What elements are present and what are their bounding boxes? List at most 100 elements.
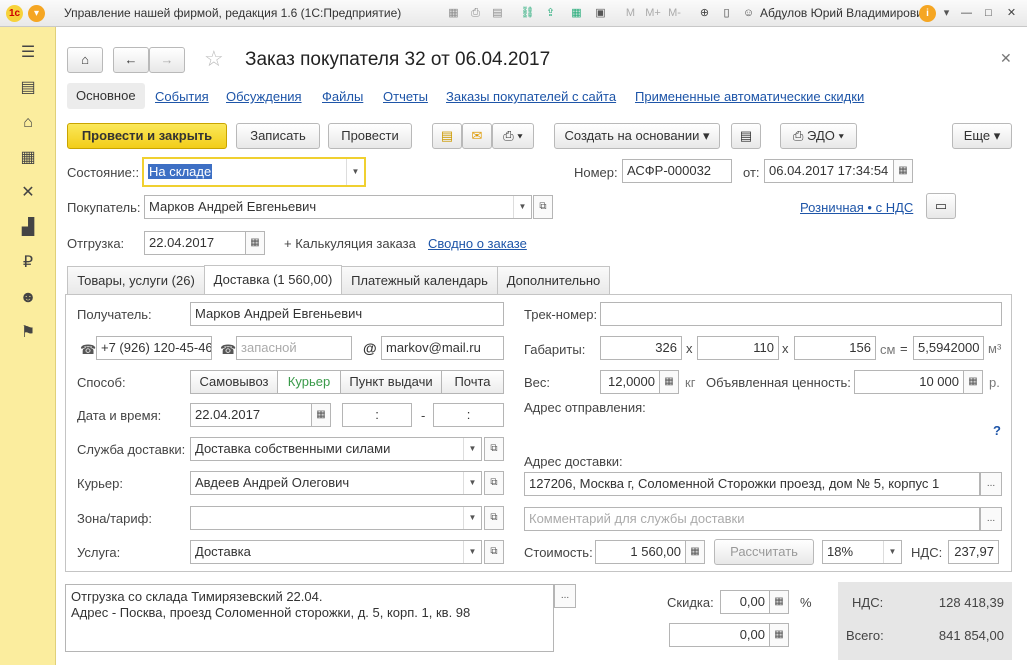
maximize-icon[interactable]: □ (980, 5, 997, 22)
discount-field[interactable]: 0,00 (720, 590, 770, 614)
open-courier-icon[interactable]: ⧉ (484, 471, 504, 495)
home-button[interactable]: ⌂ (67, 47, 103, 73)
number-field[interactable]: АСФР-000032 (622, 159, 732, 183)
date-field[interactable]: 06.04.2017 17:34:54 (764, 159, 894, 183)
calendar-icon[interactable]: ▦ (245, 231, 265, 255)
tab-additional[interactable]: Дополнительно (497, 266, 610, 294)
zone-field[interactable]: ▼ (190, 506, 482, 530)
method-post[interactable]: Почта (441, 370, 504, 394)
post-and-close-button[interactable]: Провести и закрыть (67, 123, 227, 149)
save-icon[interactable]: ▦ (445, 5, 462, 22)
dropdown-arrow-icon[interactable]: ▼ (463, 438, 481, 460)
calculator-icon[interactable]: ▦ (769, 623, 789, 647)
factory-icon[interactable]: ▦ (17, 147, 39, 169)
close-form-icon[interactable]: ✕ (1000, 50, 1012, 67)
calculator-icon[interactable]: ▦ (659, 370, 679, 394)
upload-icon[interactable]: ⇪ (542, 5, 559, 22)
close-icon[interactable]: ✕ (1003, 5, 1020, 22)
buyer-field[interactable]: Марков Андрей Евгеньевич ▼ (144, 195, 532, 219)
comment-select-button[interactable]: ... (980, 507, 1002, 531)
time-to-field[interactable]: : (433, 403, 504, 427)
dropdown-arrow-icon[interactable]: ▼ (513, 196, 531, 218)
weight-field[interactable]: 12,0000 (600, 370, 660, 394)
to-address-field[interactable]: 127206, Москва г, Соломенной Сторожки пр… (524, 472, 980, 496)
comment-expand-button[interactable]: ... (554, 584, 576, 608)
edo-button[interactable]: ⎙ ЭДО ▾ (780, 123, 857, 149)
nav-link-files[interactable]: Файлы (322, 89, 363, 104)
tab-goods[interactable]: Товары, услуги (26) (67, 266, 205, 294)
discount-amount-field[interactable]: 0,00 (669, 623, 770, 647)
desk-icon[interactable]: ▤ (17, 77, 39, 99)
dropdown-arrow-icon[interactable]: ▼ (463, 472, 481, 494)
open-service-type-icon[interactable]: ⧉ (484, 540, 504, 564)
preview-icon[interactable]: ▤ (489, 5, 506, 22)
people-icon[interactable]: ☻ (17, 287, 39, 309)
tab-payment-calendar[interactable]: Платежный календарь (341, 266, 498, 294)
nav-link-reports[interactable]: Отчеты (383, 89, 428, 104)
dropdown-arrow-icon[interactable]: ▼ (883, 541, 901, 563)
courier-field[interactable]: Авдеев Андрей Олегович ▼ (190, 471, 482, 495)
main-menu-icon[interactable]: ▾ (28, 5, 45, 22)
volume-field[interactable]: 5,5942000 (913, 336, 984, 360)
menu-icon[interactable]: ☰ (17, 42, 39, 64)
tools-icon[interactable]: ✕ (17, 182, 39, 204)
link-icon[interactable]: ⛓ (519, 5, 536, 22)
info-icon[interactable]: i (919, 5, 936, 22)
tab-delivery[interactable]: Доставка (1 560,00) (204, 265, 342, 295)
cost-field[interactable]: 1 560,00 (595, 540, 686, 564)
address-select-button[interactable]: ... (980, 472, 1002, 496)
backup-phone-field[interactable]: запасной (236, 336, 352, 360)
chart-icon[interactable]: ▟ (17, 217, 39, 239)
create-based-on-button[interactable]: Создать на основании ▾ (554, 123, 720, 149)
dropdown-arrow-icon[interactable]: ▼ (463, 507, 481, 529)
time-from-field[interactable]: : (342, 403, 412, 427)
calculator-icon[interactable]: ▦ (963, 370, 983, 394)
mail-icon[interactable]: ✉ (462, 123, 492, 149)
ruble-icon[interactable]: ₽ (17, 252, 39, 274)
shipment-date-field[interactable]: 22.04.2017 (144, 231, 246, 255)
nav-link-discussions[interactable]: Обсуждения (226, 89, 302, 104)
service-field[interactable]: Доставка собственными силами ▼ (190, 437, 482, 461)
open-service-icon[interactable]: ⧉ (484, 437, 504, 461)
vat-rate-select[interactable]: 18% ▼ (822, 540, 902, 564)
email-field[interactable]: markov@mail.ru (381, 336, 504, 360)
calculator-icon[interactable]: ▦ (769, 590, 789, 614)
save-button[interactable]: Записать (236, 123, 320, 149)
minimize-icon[interactable]: — (958, 5, 975, 22)
recipient-field[interactable]: Марков Андрей Евгеньевич (190, 302, 504, 326)
post-button[interactable]: Провести (328, 123, 412, 149)
calculate-button[interactable]: Рассчитать (714, 539, 814, 565)
service-type-field[interactable]: Доставка ▼ (190, 540, 482, 564)
1c-logo-icon[interactable]: 1c (6, 5, 23, 22)
nav-link-events[interactable]: События (155, 89, 209, 104)
basket-icon[interactable]: ⌂ (17, 112, 39, 134)
track-field[interactable] (600, 302, 1002, 326)
delivery-comment-field[interactable]: Комментарий для службы доставки (524, 507, 980, 531)
dim-length-field[interactable]: 326 (600, 336, 682, 360)
declared-value-field[interactable]: 10 000 (854, 370, 964, 394)
order-summary-link[interactable]: Сводно о заказе (428, 236, 527, 251)
print-dropdown-button[interactable]: ⎙ ▾ (492, 123, 534, 149)
memory-m-button[interactable]: M (622, 5, 639, 22)
open-buyer-icon[interactable]: ⧉ (533, 195, 553, 219)
state-select[interactable]: На складе ▼ (142, 157, 366, 187)
user-name[interactable]: Абдулов Юрий Владимирович (760, 6, 929, 20)
method-pickup-point[interactable]: Пункт выдачи (340, 370, 442, 394)
price-type-link[interactable]: Розничная • с НДС (800, 200, 913, 215)
dropdown-arrow-icon[interactable]: ▾ (938, 5, 955, 22)
help-icon[interactable]: ? (993, 423, 1001, 438)
nav-tab-main[interactable]: Основное (67, 83, 145, 109)
table-icon[interactable]: ▦ (568, 5, 585, 22)
method-pickup[interactable]: Самовывоз (190, 370, 278, 394)
calendar-icon[interactable]: ▦ (311, 403, 331, 427)
memory-minus-button[interactable]: M- (666, 5, 683, 22)
attach-icon[interactable]: ▤ (731, 123, 761, 149)
vat-field[interactable]: 237,97 (948, 540, 999, 564)
forward-button[interactable]: → (149, 47, 185, 73)
zoom-icon[interactable]: ⊕ (696, 5, 713, 22)
card-icon[interactable]: ▭ (926, 193, 956, 219)
nav-link-auto-discounts[interactable]: Примененные автоматические скидки (635, 89, 864, 104)
calc-expand-label[interactable]: + Калькуляция заказа (284, 236, 416, 251)
calculator-icon[interactable]: ▦ (685, 540, 705, 564)
calendar-icon[interactable]: ▦ (893, 159, 913, 183)
